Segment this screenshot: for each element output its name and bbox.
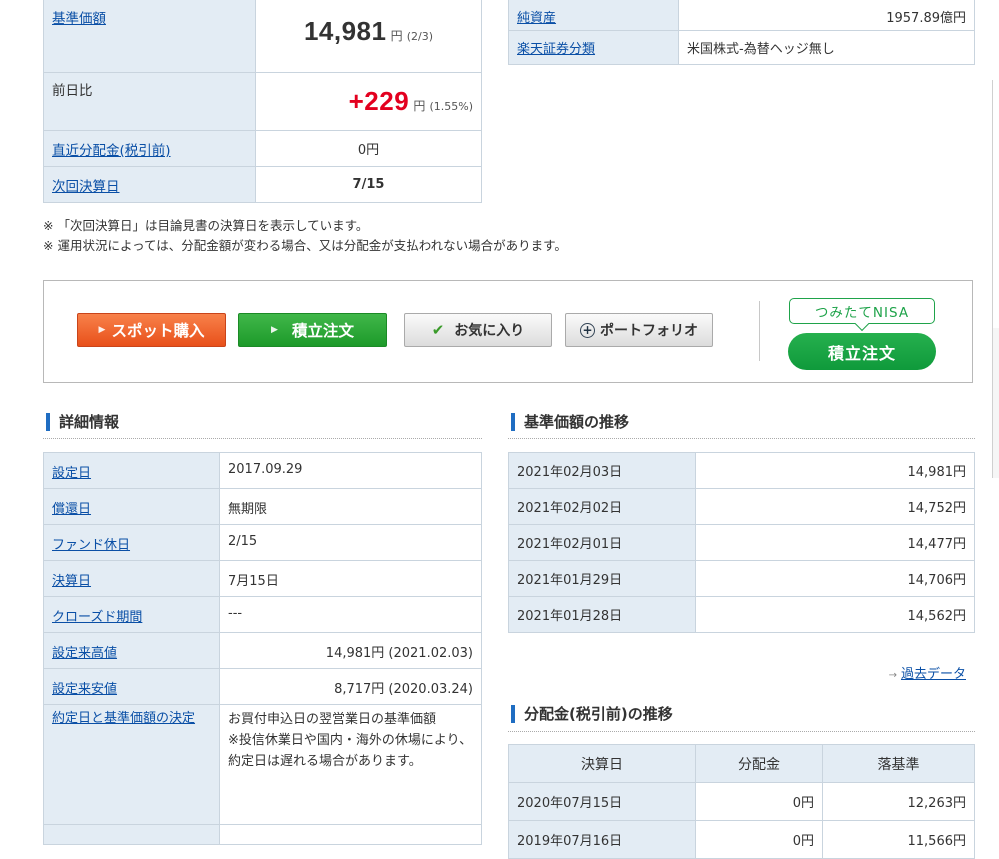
side-panel-edge xyxy=(992,328,999,478)
column-header: 分配金 xyxy=(695,744,823,783)
dividend-date: 2020年07月15日 xyxy=(508,782,696,821)
history-value: 14,752円 xyxy=(695,488,975,525)
divider xyxy=(759,301,760,361)
table-row: 2019年07月16日 0円 11,566円 xyxy=(508,820,975,859)
tsumitate-order-button[interactable]: ▶ 積立注文 xyxy=(238,313,387,347)
dividend-history-table: 決算日 分配金 落基準 2020年07月15日 0円 12,263円 2019年… xyxy=(508,744,975,859)
add-favorite-button[interactable]: ✔ お気に入り xyxy=(404,313,552,347)
dividend-date: 2019年07月16日 xyxy=(508,820,696,859)
change-unit: 円 xyxy=(413,99,426,113)
table-row: 2021年01月28日 14,562円 xyxy=(508,596,975,633)
next-settlement-value: 7/15 xyxy=(255,166,482,203)
detail-label-link[interactable]: 償還日 xyxy=(52,502,91,517)
latest-dividend-link[interactable]: 直近分配金(税引前) xyxy=(52,143,171,159)
price-summary-table: 基準価額 14,981 円 (2/3) 前日比 +229 円 (1.55%) 直… xyxy=(43,0,482,203)
change-value-cell: +229 円 (1.55%) xyxy=(255,72,482,131)
detail-value: 2/15 xyxy=(219,524,482,561)
plus-circle-icon: + xyxy=(580,322,595,338)
next-settlement-link[interactable]: 次回決算日 xyxy=(52,179,120,195)
category-value: 米国株式-為替ヘッジ無し xyxy=(678,30,975,65)
dividend-nav: 12,263円 xyxy=(822,782,975,821)
detail-value: お買付申込日の翌営業日の基準価額 ※投信休業日や国内・海外の休場により、約定日は… xyxy=(219,704,482,825)
detail-label-cell xyxy=(43,824,220,845)
detail-label-link[interactable]: ファンド休日 xyxy=(52,538,130,553)
detail-label-link[interactable]: 約定日と基準価額の決定 xyxy=(52,711,195,726)
nav-label-link[interactable]: 基準価額 xyxy=(52,11,106,27)
fund-info-table: 純資産 1957.89億円 楽天証券分類 米国株式-為替ヘッジ無し xyxy=(508,0,975,65)
table-row: 2020年07月15日 0円 12,263円 xyxy=(508,782,975,821)
nav-value-cell: 14,981 円 (2/3) xyxy=(255,0,482,73)
arrow-right-icon: → xyxy=(888,670,897,681)
table-row: 2021年02月02日 14,752円 xyxy=(508,488,975,525)
tsumitate-nisa-tag: つみたてNISA xyxy=(789,298,935,324)
net-assets-link[interactable]: 純資産 xyxy=(517,11,556,26)
nisa-tsumitate-order-button[interactable]: 積立注文 xyxy=(788,333,936,370)
detail-value-cell xyxy=(219,824,482,845)
detail-heading: 詳細情報 xyxy=(46,413,119,431)
add-portfolio-button[interactable]: + ポートフォリオ xyxy=(565,313,713,347)
note-line: ※ 「次回決算日」は目論見書の決算日を表示しています。 xyxy=(43,218,369,233)
detail-label-link[interactable]: 設定来安値 xyxy=(52,682,117,697)
history-date: 2021年01月29日 xyxy=(508,560,696,597)
disclaimer-notes: ※ 「次回決算日」は目論見書の決算日を表示しています。 ※ 運用状況によっては、… xyxy=(43,216,567,256)
nav-history-table: 2021年02月03日 14,981円 2021年02月02日 14,752円 … xyxy=(508,452,975,633)
latest-dividend-value: 0円 xyxy=(255,130,482,167)
nav-date: (2/3) xyxy=(406,30,434,43)
detail-label-link[interactable]: クローズド期間 xyxy=(52,610,142,625)
history-date: 2021年01月28日 xyxy=(508,596,696,633)
dividend-nav: 11,566円 xyxy=(822,820,975,859)
history-heading: 基準価額の推移 xyxy=(511,413,629,431)
net-assets-value: 1957.89億円 xyxy=(678,0,975,31)
table-row: 2021年02月01日 14,477円 xyxy=(508,524,975,561)
history-value: 14,562円 xyxy=(695,596,975,633)
detail-table: 設定日 2017.09.29 償還日 無期限 ファンド休日 2/15 決算日 7… xyxy=(43,452,482,845)
change-value: +229 xyxy=(348,86,410,116)
dividend-amount: 0円 xyxy=(695,820,823,859)
detail-value: 14,981円 (2021.02.03) xyxy=(219,632,482,669)
side-panel-edge xyxy=(992,80,999,328)
change-pct: (1.55%) xyxy=(429,100,473,113)
past-data-link-wrap: → 過去データ xyxy=(889,663,966,682)
history-value: 14,981円 xyxy=(695,452,975,489)
detail-label-link[interactable]: 設定日 xyxy=(52,466,91,481)
heading-underline xyxy=(43,438,482,439)
spot-purchase-label: スポット購入 xyxy=(111,322,205,340)
column-header: 決算日 xyxy=(508,744,696,783)
detail-value: 2017.09.29 xyxy=(219,452,482,489)
nav-unit: 円 xyxy=(390,29,403,43)
nav-value: 14,981 xyxy=(303,16,387,46)
table-row: 2021年02月03日 14,981円 xyxy=(508,452,975,489)
history-value: 14,477円 xyxy=(695,524,975,561)
history-value: 14,706円 xyxy=(695,560,975,597)
column-header: 落基準 xyxy=(822,744,975,783)
table-header-row: 決算日 分配金 落基準 xyxy=(508,744,975,783)
arrow-right-icon: ▶ xyxy=(271,325,278,335)
portfolio-label: ポートフォリオ xyxy=(600,323,698,339)
heading-underline xyxy=(508,731,975,732)
order-panel: ▶ スポット購入 ▶ 積立注文 ✔ お気に入り + ポートフォリオ つみたてNI… xyxy=(43,280,973,383)
detail-label-link[interactable]: 設定来高値 xyxy=(52,646,117,661)
dividend-amount: 0円 xyxy=(695,782,823,821)
history-date: 2021年02月03日 xyxy=(508,452,696,489)
history-date: 2021年02月02日 xyxy=(508,488,696,525)
tsumitate-order-label: 積立注文 xyxy=(291,322,354,340)
arrow-right-icon: ▶ xyxy=(98,325,106,335)
checkmark-icon: ✔ xyxy=(431,321,445,339)
category-link[interactable]: 楽天証券分類 xyxy=(517,42,595,57)
change-label: 前日比 xyxy=(52,83,93,99)
dividend-heading: 分配金(税引前)の推移 xyxy=(511,705,673,723)
detail-value: 7月15日 xyxy=(219,560,482,597)
table-row: 2021年01月29日 14,706円 xyxy=(508,560,975,597)
detail-value: 無期限 xyxy=(219,488,482,525)
detail-value: 8,717円 (2020.03.24) xyxy=(219,668,482,705)
spot-purchase-button[interactable]: ▶ スポット購入 xyxy=(77,313,226,347)
favorite-label: お気に入り xyxy=(454,323,525,339)
history-date: 2021年02月01日 xyxy=(508,524,696,561)
heading-underline xyxy=(508,438,975,439)
detail-value: --- xyxy=(219,596,482,633)
detail-label-link[interactable]: 決算日 xyxy=(52,574,91,589)
past-data-link[interactable]: 過去データ xyxy=(901,667,966,682)
note-line: ※ 運用状況によっては、分配金額が変わる場合、又は分配金が支払われない場合があり… xyxy=(43,238,567,253)
